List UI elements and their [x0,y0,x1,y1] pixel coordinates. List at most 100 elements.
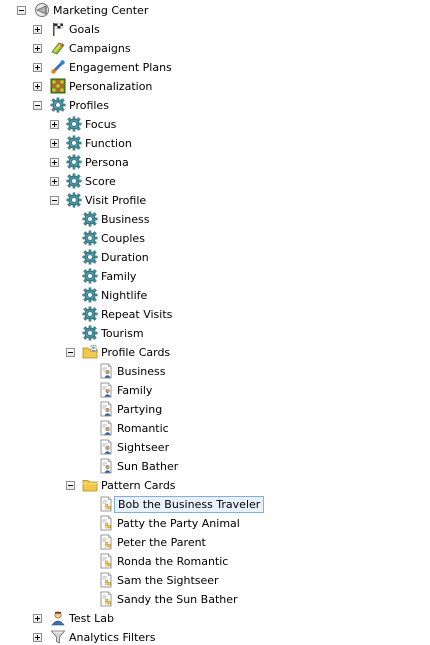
profile-key-gear-icon [82,211,98,227]
tree-node-label[interactable]: Nightlife [98,288,150,303]
profile-gear-icon [66,135,82,151]
tree-node-label-selected[interactable]: Bob the Business Traveler [114,496,265,513]
tree-node-label[interactable]: Sam the Sightseer [114,573,222,588]
tree-node-engagement-plans[interactable]: Engagement Plans [0,58,430,77]
tree-node-label[interactable]: Pattern Cards [98,478,179,493]
expand-toggle[interactable] [50,139,59,148]
profile-key-gear-icon [82,287,98,303]
tree-node-label[interactable]: Business [98,212,153,227]
tree-node-function[interactable]: Function [0,134,430,153]
expand-toggle[interactable] [50,158,59,167]
profile-gear-icon [66,192,82,208]
tree-node-label[interactable]: Sandy the Sun Bather [114,592,241,607]
profile-card-icon [98,420,114,436]
tree-node-label[interactable]: Engagement Plans [66,60,175,75]
collapse-toggle[interactable] [50,196,59,205]
tree-node-label[interactable]: Score [82,174,119,189]
tree-node-label[interactable]: Repeat Visits [98,307,175,322]
tree-node-label[interactable]: Duration [98,250,152,265]
tree-node-label[interactable]: Profile Cards [98,345,173,360]
tree-node-campaigns[interactable]: Campaigns [0,39,430,58]
pattern-card-icon [98,534,114,550]
pattern-card-icon [98,515,114,531]
tree-node-pattern-card[interactable]: Patty the Party Animal [0,514,430,533]
tree-node-test-lab[interactable]: Test Lab [0,609,430,628]
tree-node-goals[interactable]: Goals [0,20,430,39]
tree-node-profile-cards[interactable]: Profile Cards [0,343,430,362]
expand-toggle[interactable] [50,177,59,186]
tree-node-label[interactable]: Focus [82,117,119,132]
tree-node-profile-key[interactable]: Couples [0,229,430,248]
tree-node-profile-key[interactable]: Tourism [0,324,430,343]
collapse-toggle[interactable] [66,481,75,490]
flag-icon [50,21,66,37]
tree-node-profile-key[interactable]: Repeat Visits [0,305,430,324]
collapse-toggle[interactable] [66,348,75,357]
engagement-plan-icon [50,59,66,75]
expand-toggle[interactable] [33,614,42,623]
tree-node-label[interactable]: Marketing Center [50,3,151,18]
content-tree: Marketing Center Goals Campaigns Engagem… [0,0,430,645]
tree-node-label[interactable]: Ronda the Romantic [114,554,231,569]
tree-node-label[interactable]: Test Lab [66,611,117,626]
tree-node-profile-key[interactable]: Nightlife [0,286,430,305]
tree-node-profile-key[interactable]: Duration [0,248,430,267]
tree-node-pattern-card[interactable]: Ronda the Romantic [0,552,430,571]
tree-node-label[interactable]: Visit Profile [82,193,149,208]
profile-key-gear-icon [82,325,98,341]
tree-node-profile-card[interactable]: Family [0,381,430,400]
tree-node-score[interactable]: Score [0,172,430,191]
tree-node-visit-profile[interactable]: Visit Profile [0,191,430,210]
expand-toggle[interactable] [33,63,42,72]
tree-node-label[interactable]: Campaigns [66,41,134,56]
tree-node-label[interactable]: Function [82,136,135,151]
tree-node-label[interactable]: Personalization [66,79,155,94]
tree-node-label[interactable]: Profiles [66,98,112,113]
tree-node-label[interactable]: Business [114,364,169,379]
profile-key-gear-icon [82,268,98,284]
tree-node-profile-card[interactable]: Business [0,362,430,381]
tree-node-label[interactable]: Analytics Filters [66,630,158,645]
tree-node-label[interactable]: Goals [66,22,103,37]
tree-node-profile-card[interactable]: Sun Bather [0,457,430,476]
expand-toggle[interactable] [33,25,42,34]
profile-card-icon [98,439,114,455]
expand-toggle[interactable] [50,120,59,129]
personalization-grid-icon [50,78,66,94]
tree-node-profile-key[interactable]: Business [0,210,430,229]
expand-toggle[interactable] [33,82,42,91]
tree-node-focus[interactable]: Focus [0,115,430,134]
tree-node-pattern-cards[interactable]: Pattern Cards [0,476,430,495]
tree-node-label[interactable]: Sightseer [114,440,172,455]
tree-node-label[interactable]: Tourism [98,326,147,341]
tree-node-pattern-card[interactable]: Sam the Sightseer [0,571,430,590]
profile-card-icon [98,458,114,474]
collapse-toggle[interactable] [33,101,42,110]
tree-node-pattern-card[interactable]: Sandy the Sun Bather [0,590,430,609]
tree-node-label[interactable]: Family [98,269,139,284]
tree-node-label[interactable]: Persona [82,155,132,170]
tree-node-label[interactable]: Peter the Parent [114,535,209,550]
tree-node-profile-card[interactable]: Partying [0,400,430,419]
tree-node-profile-card[interactable]: Romantic [0,419,430,438]
tree-node-label[interactable]: Family [114,383,155,398]
tree-node-profiles[interactable]: Profiles [0,96,430,115]
profile-gear-icon [66,116,82,132]
tree-node-label[interactable]: Romantic [114,421,172,436]
tree-node-label[interactable]: Patty the Party Animal [114,516,243,531]
tree-node-label[interactable]: Couples [98,231,148,246]
tree-node-persona[interactable]: Persona [0,153,430,172]
tree-node-label[interactable]: Sun Bather [114,459,181,474]
tree-node-profile-key[interactable]: Family [0,267,430,286]
collapse-toggle[interactable] [17,6,26,15]
tree-node-label[interactable]: Partying [114,402,165,417]
tree-node-pattern-card[interactable]: Bob the Business Traveler [0,495,430,514]
tree-node-pattern-card[interactable]: Peter the Parent [0,533,430,552]
expand-toggle[interactable] [33,633,42,642]
tree-node-personalization[interactable]: Personalization [0,77,430,96]
tree-node-analytics-filters[interactable]: Analytics Filters [0,628,430,645]
tree-node-marketing-center[interactable]: Marketing Center [0,1,430,20]
expand-toggle[interactable] [33,44,42,53]
tree-node-profile-card[interactable]: Sightseer [0,438,430,457]
profile-gear-icon [66,154,82,170]
